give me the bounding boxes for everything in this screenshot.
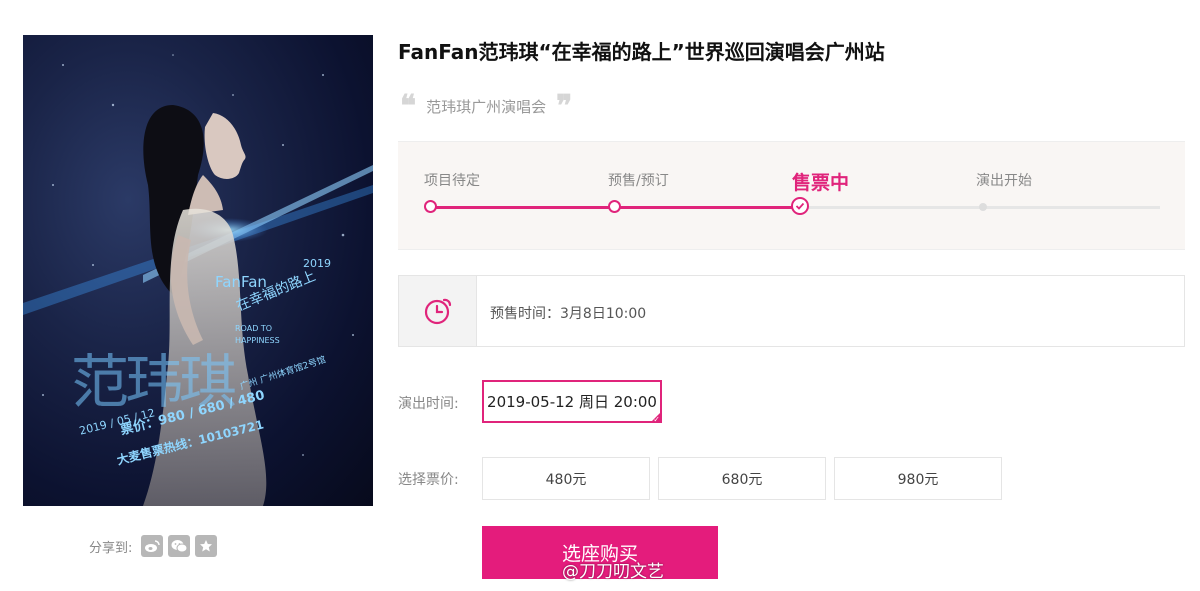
- price-option-480[interactable]: 480元: [482, 457, 650, 500]
- share-label: 分享到:: [89, 540, 133, 556]
- price-option-980[interactable]: 980元: [834, 457, 1002, 500]
- subtitle-text: 范玮琪广州演唱会: [426, 98, 547, 116]
- favorite-star-icon[interactable]: [195, 535, 218, 557]
- step-label-on-sale: 售票中: [792, 172, 850, 194]
- showtime-option-text: 2019-05-12 周日 20:00: [487, 393, 657, 411]
- presale-time-text: 预售时间：3月8日10:00: [490, 306, 647, 322]
- page-title: FanFan范玮琪“在幸福的路上”世界巡回演唱会广州站: [398, 40, 885, 64]
- watermark-text: @刀刀叨文艺: [562, 562, 664, 582]
- step-label-show-start: 演出开始: [976, 173, 1032, 189]
- step-dot-1: [424, 200, 437, 213]
- wechat-icon[interactable]: [168, 535, 191, 557]
- event-poster: 范玮琪 2019 FanFan 在幸福的路上 ROAD TO HAPPINESS…: [23, 35, 373, 506]
- subtitle-quote: ❝ 范玮琪广州演唱会 ❞: [400, 88, 573, 124]
- poster-road-text: ROAD TO HAPPINESS: [235, 324, 280, 345]
- presale-icon-cell: [399, 276, 477, 346]
- step-label-pending-project: 项目待定: [424, 173, 480, 189]
- step-dot-4: [979, 203, 987, 211]
- showtime-label: 演出时间:: [398, 396, 459, 412]
- price-option-680[interactable]: 680元: [658, 457, 826, 500]
- sale-progress: 项目待定 预售/预订 售票中 演出开始: [398, 141, 1185, 250]
- clock-icon: [424, 298, 451, 325]
- selected-check-icon: ✓: [653, 415, 660, 424]
- step-current-check-icon: [791, 197, 809, 215]
- step-dot-2: [608, 200, 621, 213]
- quote-close-icon: ❞: [556, 88, 573, 124]
- price-label: 选择票价:: [398, 472, 459, 488]
- step-label-presale: 预售/预订: [608, 173, 669, 189]
- showtime-option-selected[interactable]: 2019-05-12 周日 20:00 ✓: [482, 380, 662, 424]
- quote-open-icon: ❝: [400, 88, 417, 124]
- share-bar: 分享到:: [89, 535, 218, 557]
- weibo-icon[interactable]: [141, 535, 164, 557]
- presale-info: 预售时间：3月8日10:00: [398, 275, 1185, 347]
